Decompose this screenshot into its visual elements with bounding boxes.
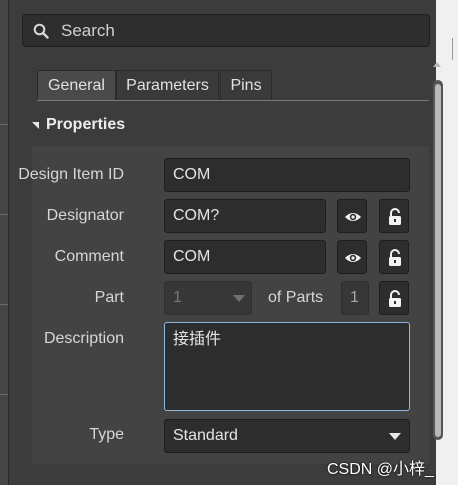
chevron-down-icon — [233, 295, 245, 302]
eye-icon — [345, 213, 361, 221]
properties-panel: Search General Parameters Pins Propertie… — [9, 0, 443, 485]
tab-underline — [37, 100, 429, 101]
eye-icon — [345, 254, 361, 262]
description-textarea[interactable]: 接插件 — [164, 322, 410, 411]
design-item-id-label: Design Item ID — [18, 166, 124, 183]
designator-visibility-button[interactable] — [337, 199, 367, 233]
designator-lock-button[interactable] — [379, 199, 409, 233]
search-placeholder: Search — [61, 21, 115, 40]
section-title-properties[interactable]: Properties — [46, 116, 125, 134]
watermark: CSDN @小梓_ — [327, 461, 434, 478]
comment-label: Comment — [54, 248, 124, 265]
of-parts-label: of Parts — [268, 289, 324, 306]
part-label: Part — [94, 289, 124, 306]
properties-panel-window: Search General Parameters Pins Propertie… — [0, 0, 458, 485]
chevron-down-icon — [389, 433, 401, 440]
description-label: Description — [43, 330, 124, 347]
type-select[interactable]: Standard — [164, 419, 410, 453]
design-item-id-field[interactable]: COM — [164, 158, 410, 192]
part-lock-button[interactable] — [379, 281, 409, 315]
tab-parameters[interactable]: Parameters — [116, 70, 219, 101]
designator-label: Designator — [46, 207, 124, 224]
part-select[interactable]: 1 — [164, 281, 252, 315]
left-edge-strip — [0, 0, 9, 485]
type-value: Standard — [173, 427, 238, 444]
lock-icon — [389, 208, 401, 225]
search-icon — [33, 23, 49, 39]
collapse-triangle-icon[interactable] — [32, 122, 39, 129]
parts-count: 1 — [341, 281, 369, 315]
designator-field[interactable]: COM? — [164, 199, 326, 233]
tab-general[interactable]: General — [37, 70, 116, 101]
lock-icon — [389, 249, 401, 266]
scrollbar-thumb[interactable] — [435, 84, 441, 437]
comment-field[interactable]: COM — [164, 240, 326, 274]
search-field[interactable]: Search — [22, 14, 430, 47]
comment-visibility-button[interactable] — [337, 240, 367, 274]
comment-lock-button[interactable] — [379, 240, 409, 274]
tab-pins[interactable]: Pins — [220, 70, 272, 101]
scroll-up-arrow[interactable] — [433, 62, 441, 67]
lock-icon — [389, 290, 401, 307]
part-value: 1 — [173, 289, 182, 306]
type-label: Type — [89, 426, 124, 443]
